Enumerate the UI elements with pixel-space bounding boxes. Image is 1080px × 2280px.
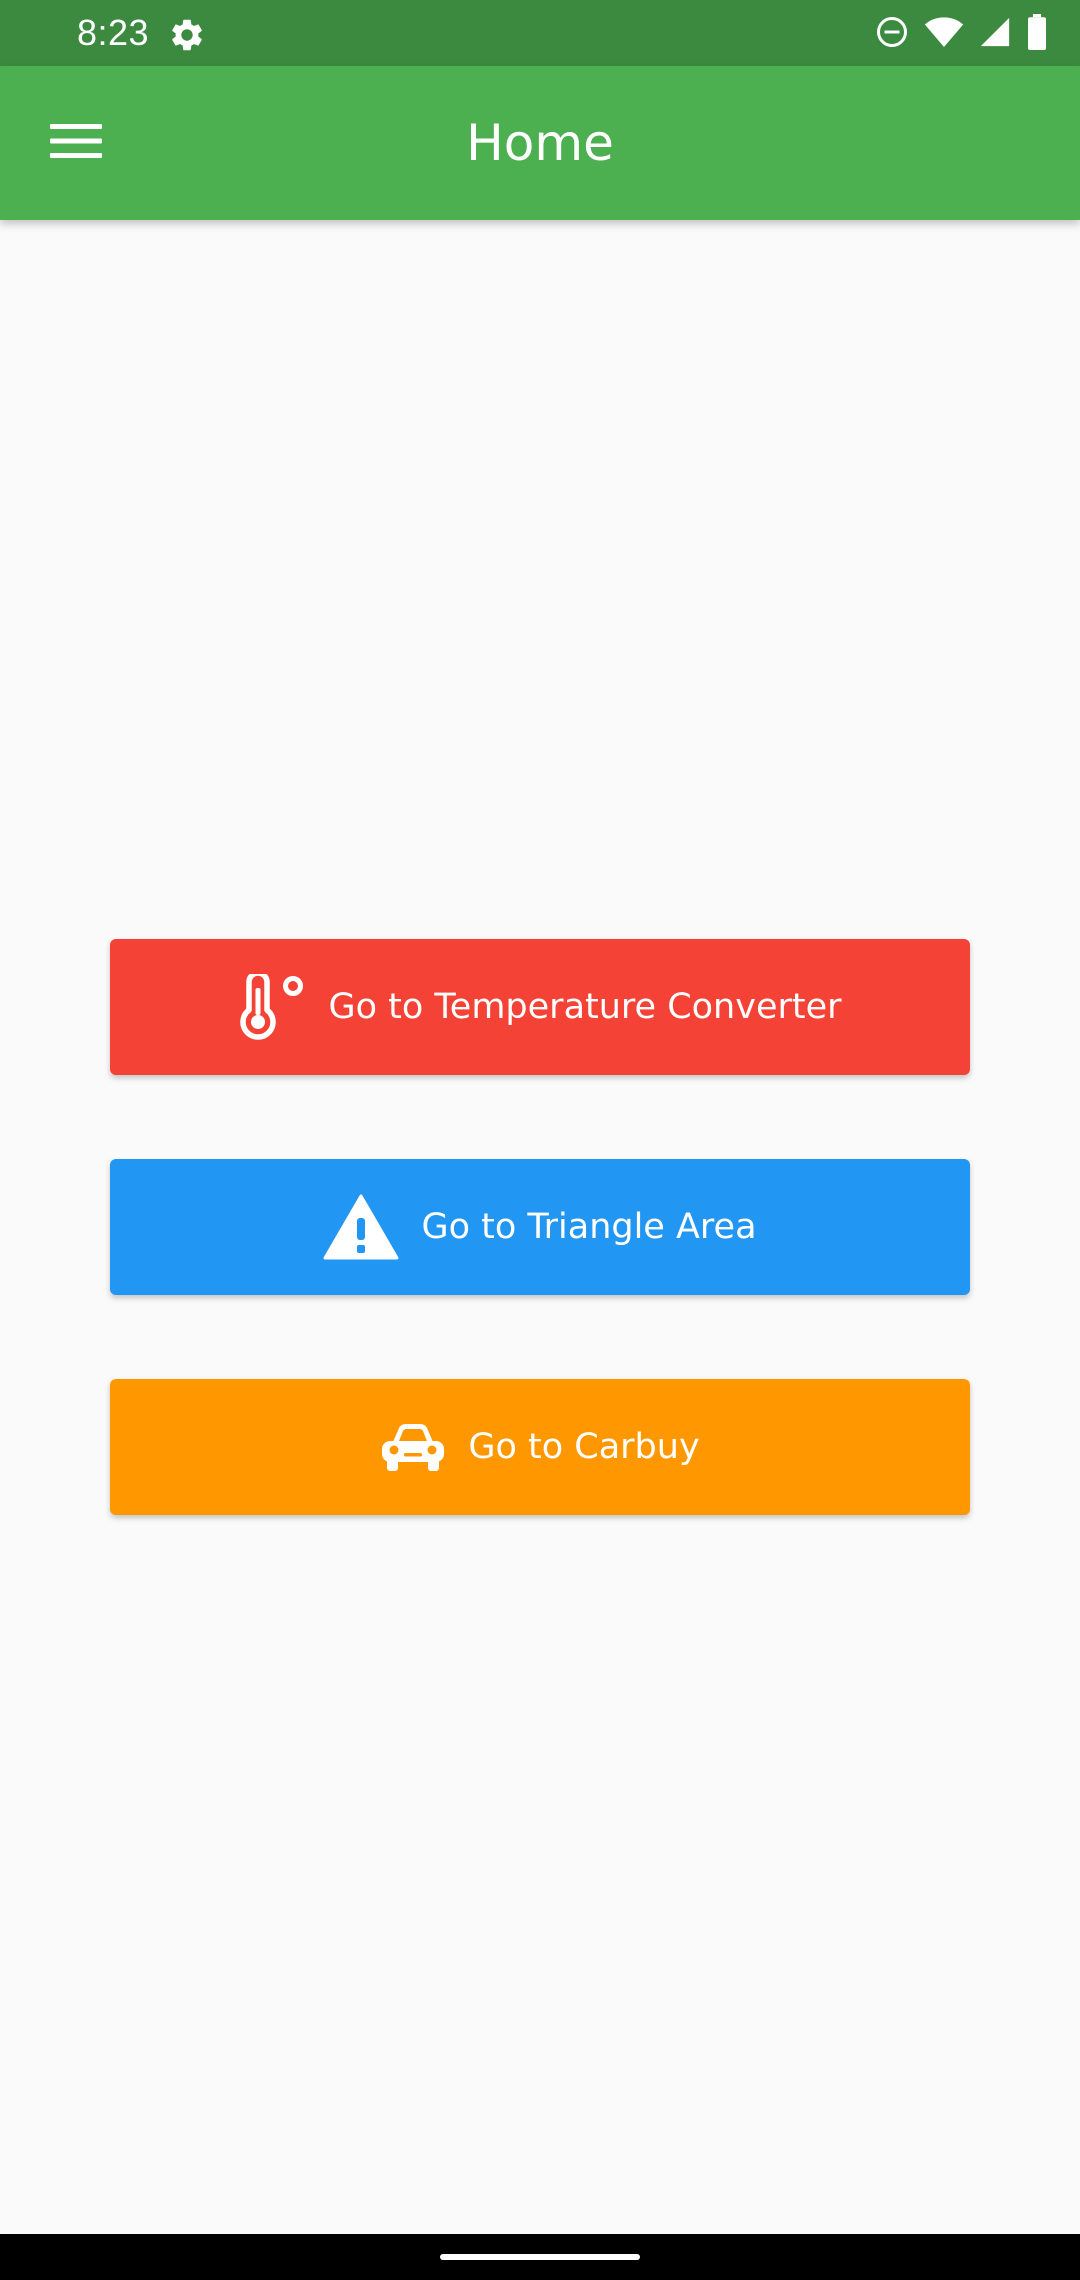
- page-title: Home: [466, 114, 614, 172]
- wifi-icon: [924, 14, 964, 55]
- home-gesture-handle[interactable]: [440, 2254, 640, 2260]
- navigation-bar: [0, 2234, 1080, 2280]
- settings-gear-icon: [168, 16, 206, 54]
- thermometer-celsius-icon: [238, 974, 306, 1040]
- carbuy-label: Go to Carbuy: [468, 1427, 700, 1467]
- carbuy-button[interactable]: Go to Carbuy: [110, 1379, 970, 1515]
- do-not-disturb-icon: [874, 14, 910, 55]
- menu-button[interactable]: [40, 112, 112, 174]
- temperature-converter-button[interactable]: Go to Temperature Converter: [110, 939, 970, 1075]
- warning-triangle-icon: [323, 1194, 399, 1260]
- content-area: Go to Temperature Converter Go to Triang…: [0, 220, 1080, 2234]
- hamburger-menu-icon: [50, 123, 102, 163]
- temperature-converter-label: Go to Temperature Converter: [328, 987, 842, 1027]
- battery-icon: [1026, 13, 1048, 55]
- cellular-signal-icon: [978, 15, 1012, 54]
- triangle-area-button[interactable]: Go to Triangle Area: [110, 1159, 970, 1295]
- car-icon: [380, 1422, 446, 1472]
- triangle-area-label: Go to Triangle Area: [421, 1207, 757, 1247]
- status-bar: 8:23: [0, 0, 1080, 66]
- status-time: 8:23: [77, 12, 150, 53]
- status-icons: [874, 13, 1048, 55]
- app-bar: Home: [0, 66, 1080, 220]
